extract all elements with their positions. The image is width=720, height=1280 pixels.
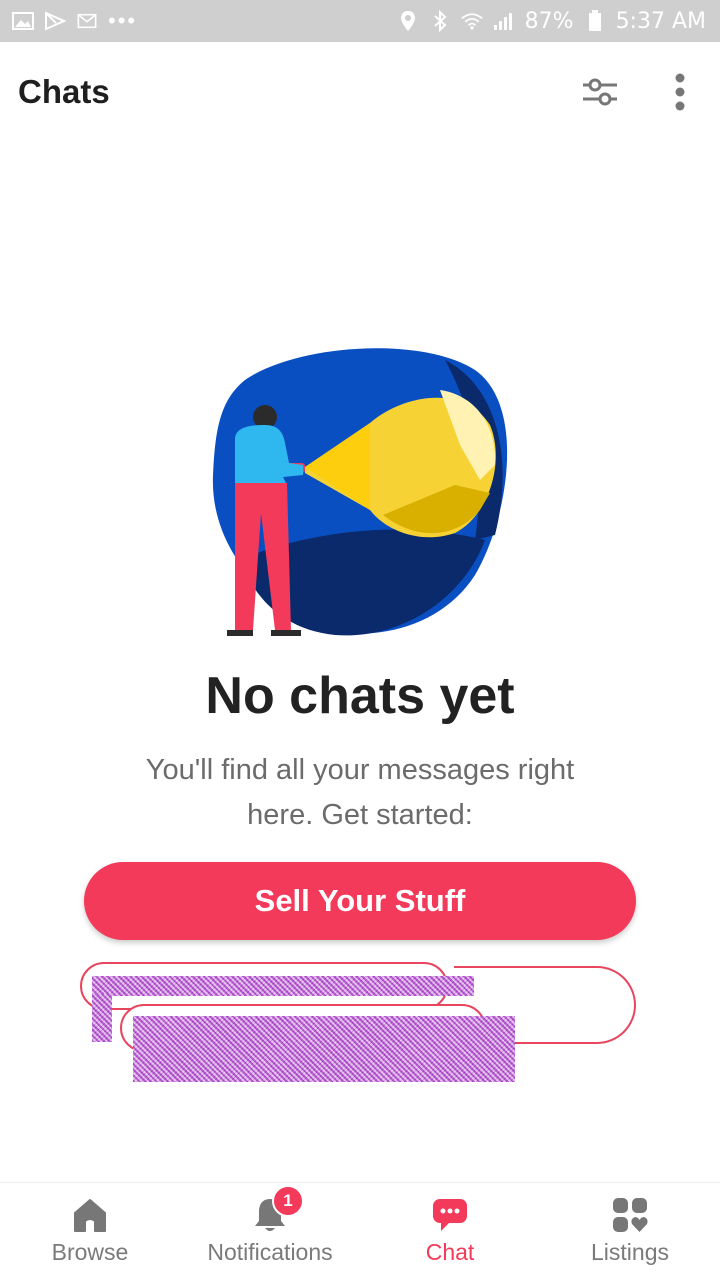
chat-icon	[430, 1195, 470, 1235]
nav-listings[interactable]: Listings	[540, 1183, 720, 1280]
play-store-icon	[44, 11, 66, 31]
filter-icon	[583, 78, 617, 106]
app-actions	[578, 70, 702, 114]
empty-state-illustration	[205, 345, 515, 645]
location-icon	[397, 11, 419, 31]
notification-badge: 1	[272, 1185, 304, 1217]
nav-label-browse: Browse	[51, 1239, 129, 1265]
nav-label-listings: Listings	[591, 1239, 669, 1265]
sell-your-stuff-button[interactable]: Sell Your Stuff	[84, 862, 636, 940]
image-icon	[12, 11, 34, 31]
redacted-region	[92, 976, 474, 996]
bottom-nav: Browse 1 Notifications Chat Listings	[0, 1182, 720, 1280]
redacted-region	[133, 1016, 515, 1082]
listings-icon	[610, 1195, 650, 1235]
nav-browse[interactable]: Browse	[0, 1183, 180, 1280]
empty-state-message: You'll find all your messages right here…	[145, 754, 575, 831]
bluetooth-icon	[429, 10, 451, 32]
more-vert-icon	[675, 73, 685, 111]
battery-percent: 87%	[524, 8, 574, 34]
empty-state-title: No chats yet	[205, 667, 515, 725]
nav-label-notifications: Notifications	[207, 1239, 333, 1265]
gmail-icon	[76, 11, 98, 31]
status-left: •••	[12, 8, 137, 34]
status-bar: ••• 87% 5:37 AM	[0, 0, 720, 42]
clock: 5:37 AM	[615, 8, 706, 34]
page-title: Chats	[18, 73, 110, 110]
wifi-icon	[460, 11, 483, 31]
app-bar: Chats	[0, 42, 720, 142]
nav-chat[interactable]: Chat	[360, 1183, 540, 1280]
redacted-region	[92, 994, 112, 1042]
battery-icon	[584, 10, 606, 31]
home-icon	[70, 1195, 110, 1235]
more-notifications: •••	[108, 8, 138, 33]
status-right: 87% 5:37 AM	[397, 9, 706, 34]
secondary-button-region[interactable]	[78, 960, 638, 1084]
bell-icon: 1	[250, 1185, 304, 1235]
more-options-button[interactable]	[658, 70, 702, 114]
nav-notifications[interactable]: 1 Notifications	[180, 1183, 360, 1280]
signal-icon	[493, 11, 515, 31]
nav-label-chat: Chat	[425, 1239, 475, 1265]
filter-button[interactable]	[578, 70, 622, 114]
